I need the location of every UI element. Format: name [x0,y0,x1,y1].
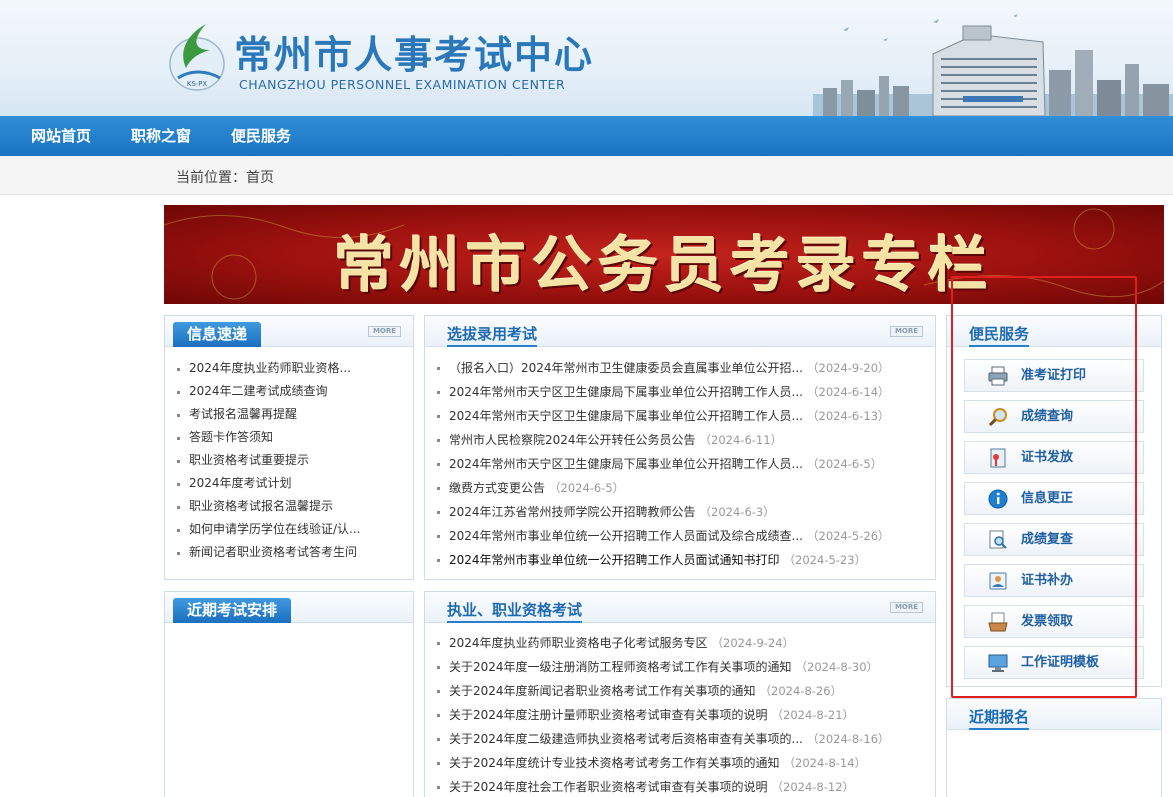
city-skyline-illustration [813,14,1173,116]
site-header: KS·PX 常州市人事考试中心 CHANGZHOU PERSONNEL EXAM… [0,0,1173,116]
page: KS·PX 常州市人事考试中心 CHANGZHOU PERSONNEL EXAM… [0,0,1173,797]
exam-schedule-box: 近期考试安排 [164,591,414,797]
qualification-exam-box: 执业、职业资格考试 MORE 2024年度执业药师职业资格电子化考试服务专区 （2… [424,591,936,797]
services-title: 便民服务 [969,322,1030,347]
list-item[interactable]: 2024年度执业药师职业资格电子化考试服务专区 （2024-9-24） [425,631,935,655]
site-subtitle: CHANGZHOU PERSONNEL EXAMINATION CENTER [239,77,566,92]
invoice-tray-icon [988,612,1008,632]
service-label: 成绩复查 [1021,532,1074,547]
nav-home[interactable]: 网站首页 [31,116,91,156]
list-item[interactable]: 2024年度考试计划 [165,472,413,495]
banner-text: 常州市公务员考录专栏 [334,231,994,301]
breadcrumb-prefix: 当前位置： [176,170,246,186]
list-item[interactable]: 关于2024年度二级建造师执业资格考试考后资格审查有关事项的... （2024-8… [425,727,935,751]
news-box-title: 信息速递 [173,322,262,347]
list-item[interactable]: 答题卡作答须知 [165,426,413,449]
selection-exam-header: 选拔录用考试 MORE [425,316,935,347]
service-label: 证书发放 [1021,450,1074,465]
news-list: 2024年度执业药师职业资格... 2024年二建考试成绩查询 考试报名温馨再提… [165,357,413,564]
list-item[interactable]: 2024年常州市事业单位统一公开招聘工作人员面试及综合成绩查... （2024-5… [425,524,935,548]
magnifier-icon [988,408,1007,427]
service-label: 发票领取 [1021,614,1074,629]
selection-exam-list: （报名入口）2024年常州市卫生健康委员会直属事业单位公开招... （2024-9… [425,356,935,572]
service-certificate-reissue[interactable]: 证书补办 [964,564,1144,597]
service-score-query[interactable]: 成绩查询 [964,400,1144,433]
nav-convenience-services[interactable]: 便民服务 [231,116,291,156]
exam-schedule-title: 近期考试安排 [173,598,292,623]
selection-exam-title: 选拔录用考试 [447,322,538,347]
breadcrumb-home-link[interactable]: 首页 [246,170,274,186]
service-admission-ticket-print[interactable]: 准考证打印 [964,359,1144,392]
civil-servant-banner[interactable]: 常州市公务员考录专栏 [164,205,1164,304]
service-info-correction[interactable]: 信息更正 [964,482,1144,515]
selection-exam-box: 选拔录用考试 MORE （报名入口）2024年常州市卫生健康委员会直属事业单位公… [424,315,936,580]
service-label: 工作证明模板 [1021,655,1100,670]
document-search-icon [989,530,1007,549]
recent-registration-header: 近期报名 [947,699,1161,730]
service-certificate-issue[interactable]: 证书发放 [964,441,1144,474]
news-box-header: 信息速递 MORE [165,316,413,347]
monitor-icon [988,654,1008,672]
list-item[interactable]: 新闻记者职业资格考试答考生问 [165,541,413,564]
breadcrumb: 当前位置：首页 [176,167,274,187]
list-item[interactable]: 职业资格考试报名温馨提示 [165,495,413,518]
list-item[interactable]: 如何申请学历学位在线验证/认... [165,518,413,541]
news-box: 信息速递 MORE 2024年度执业药师职业资格... 2024年二建考试成绩查… [164,315,414,580]
service-employment-proof-template[interactable]: 工作证明模板 [964,646,1144,679]
list-item[interactable]: 2024年常州市事业单位统一公开招聘工作人员面试通知书打印 （2024-5-23） [425,548,935,572]
list-item[interactable]: （报名入口）2024年常州市卫生健康委员会直属事业单位公开招... （2024-9… [425,356,935,380]
list-item[interactable]: 缴费方式变更公告 （2024-6-5） [425,476,935,500]
list-item[interactable]: 2024年常州市天宁区卫生健康局下属事业单位公开招聘工作人员... （2024-6… [425,380,935,404]
exam-schedule-header: 近期考试安排 [165,592,413,623]
list-item[interactable]: 关于2024年度社会工作者职业资格考试审查有关事项的说明 （2024-8-12） [425,775,935,797]
qualification-exam-title: 执业、职业资格考试 [447,598,583,623]
list-item[interactable]: 2024年江苏省常州技师学院公开招聘教师公告 （2024-6-3） [425,500,935,524]
list-item[interactable]: 常州市人民检察院2024年公开转任公务员公告 （2024-6-11） [425,428,935,452]
printer-icon [988,366,1008,386]
selection-more-button[interactable]: MORE [890,326,923,337]
id-card-icon [989,572,1007,590]
main-nav: 网站首页 职称之窗 便民服务 [0,116,1173,156]
info-icon [988,489,1008,509]
list-item[interactable]: 关于2024年度新闻记者职业资格考试工作有关事项的通知 （2024-8-26） [425,679,935,703]
service-invoice-collection[interactable]: 发票领取 [964,605,1144,638]
recent-registration-title: 近期报名 [969,705,1030,730]
qualification-exam-header: 执业、职业资格考试 MORE [425,592,935,623]
list-item[interactable]: 2024年度执业药师职业资格... [165,357,413,380]
nav-title-window[interactable]: 职称之窗 [131,116,191,156]
logo-emblem-icon: KS·PX [169,24,225,91]
list-item[interactable]: 考试报名温馨再提醒 [165,403,413,426]
list-item[interactable]: 2024年常州市天宁区卫生健康局下属事业单位公开招聘工作人员... （2024-6… [425,452,935,476]
breadcrumb-bar: 当前位置：首页 [0,156,1173,195]
certificate-icon [990,448,1006,468]
emblem-text: KS·PX [187,80,207,88]
service-score-review[interactable]: 成绩复查 [964,523,1144,556]
qualification-more-button[interactable]: MORE [890,602,923,613]
list-item[interactable]: 关于2024年度统计专业技术资格考试考务工作有关事项的通知 （2024-8-14） [425,751,935,775]
service-label: 信息更正 [1021,491,1074,506]
services-header: 便民服务 [947,316,1161,347]
qualification-exam-list: 2024年度执业药师职业资格电子化考试服务专区 （2024-9-24） 关于202… [425,631,935,797]
site-title: 常州市人事考试中心 [234,33,595,77]
list-item[interactable]: 关于2024年度注册计量师职业资格考试审查有关事项的说明 （2024-8-21） [425,703,935,727]
list-item[interactable]: 职业资格考试重要提示 [165,449,413,472]
list-item[interactable]: 2024年二建考试成绩查询 [165,380,413,403]
service-label: 成绩查询 [1021,409,1074,424]
news-more-button[interactable]: MORE [368,326,401,337]
list-item[interactable]: 2024年常州市天宁区卫生健康局下属事业单位公开招聘工作人员... （2024-6… [425,404,935,428]
service-label: 准考证打印 [1021,368,1087,383]
recent-registration-box: 近期报名 [946,698,1162,797]
list-item[interactable]: 关于2024年度一级注册消防工程师资格考试工作有关事项的通知 （2024-8-30… [425,655,935,679]
service-label: 证书补办 [1021,573,1074,588]
